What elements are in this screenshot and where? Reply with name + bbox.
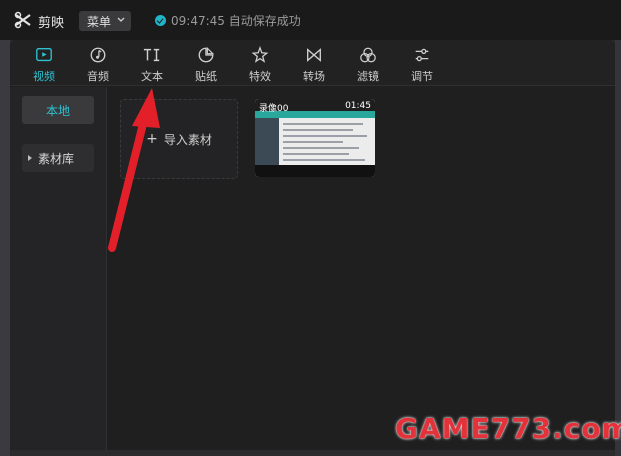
tab-audio[interactable]: 音频 (78, 44, 118, 84)
app-name: 剪映 (38, 16, 65, 31)
audio-icon (90, 47, 106, 63)
check-circle-icon (155, 15, 166, 26)
media-sidebar: 本地 素材库 (10, 87, 107, 450)
tab-text[interactable]: 文本 (132, 44, 172, 84)
tab-label: 视频 (33, 70, 55, 83)
desktop-background-left (0, 36, 10, 456)
sidebar-item-label: 素材库 (38, 151, 75, 166)
tab-adjust[interactable]: 调节 (402, 44, 442, 84)
tab-sticker[interactable]: 贴纸 (186, 44, 226, 84)
media-toolbar: 视频 音频 文本 贴纸 特效 转场 滤镜 调节 (10, 40, 615, 86)
text-icon (143, 48, 160, 62)
tab-filter[interactable]: 滤镜 (348, 44, 388, 84)
media-clip-thumbnail[interactable]: 录像00 01:45 (255, 99, 375, 177)
tab-label: 特效 (249, 70, 271, 83)
tab-transition[interactable]: 转场 (294, 44, 334, 84)
caret-right-icon (28, 155, 32, 161)
media-content-area: + 导入素材 录像00 01:45 (108, 87, 615, 450)
sticker-icon (198, 46, 215, 63)
jianying-logo-icon (14, 11, 31, 29)
clip-name: 录像00 (259, 104, 289, 114)
import-label: 导入素材 (163, 132, 212, 147)
media-panel-window: 视频 音频 文本 贴纸 特效 转场 滤镜 调节 本地 素材库 + 导入素材 录像… (10, 40, 615, 450)
filter-icon (360, 47, 376, 63)
tab-label: 贴纸 (195, 70, 217, 83)
plus-icon: + (146, 131, 158, 147)
sidebar-item-label: 本地 (45, 103, 70, 118)
tab-effects[interactable]: 特效 (240, 44, 280, 84)
adjust-icon (415, 48, 429, 62)
desktop-background-right (615, 36, 621, 456)
tab-label: 文本 (141, 70, 163, 83)
transition-icon (307, 48, 321, 62)
tab-label: 调节 (411, 70, 433, 83)
tab-label: 滤镜 (357, 70, 379, 83)
title-bar: 剪映 菜单 09:47:45 自动保存成功 (0, 0, 621, 40)
video-icon (36, 48, 52, 62)
autosave-text: 09:47:45 自动保存成功 (171, 14, 301, 28)
menu-button[interactable]: 菜单 (79, 11, 131, 31)
sidebar-item-library[interactable]: 素材库 (22, 144, 94, 172)
menu-label: 菜单 (87, 14, 112, 29)
clip-duration: 01:45 (345, 101, 371, 111)
effects-icon (251, 46, 269, 63)
autosave-status: 09:47:45 自动保存成功 (155, 12, 301, 29)
chevron-down-icon (117, 17, 125, 22)
tab-label: 转场 (303, 70, 325, 83)
tab-video[interactable]: 视频 (24, 44, 64, 84)
import-media-button[interactable]: + 导入素材 (120, 99, 238, 179)
sidebar-item-local[interactable]: 本地 (22, 96, 94, 124)
site-watermark: GAME773.com (395, 412, 621, 445)
tab-label: 音频 (87, 70, 109, 83)
